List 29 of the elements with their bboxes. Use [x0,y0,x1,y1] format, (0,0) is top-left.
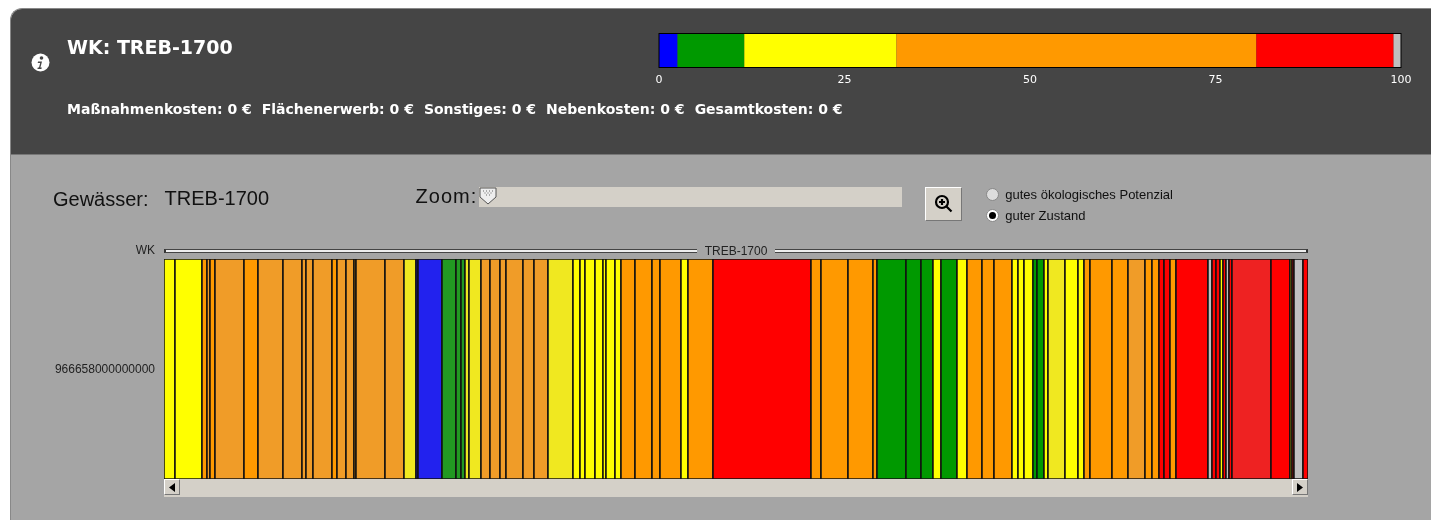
horizontal-scrollbar[interactable] [164,479,1308,497]
radio-option[interactable]: gutes ökologisches Potenzial [986,187,1173,202]
tick-label: 50 [1023,73,1037,86]
water-body-title: WK: TREB-1700 [67,36,233,58]
zoom-label: Zoom: [415,185,478,208]
zoom-in-icon [933,194,954,214]
scroll-right-button[interactable] [1292,479,1308,495]
zoom-slider[interactable] [479,187,903,207]
tick-label: 75 [1208,73,1223,86]
tick-label: 100 [1390,73,1412,86]
row-label: 966658000000000 [53,362,156,376]
cost-summary: Sonstiges: 0 € [423,101,537,117]
radio-option[interactable]: guter Zustand [986,208,1173,223]
scroll-left-button[interactable] [164,479,180,495]
water-body-value: TREB-1700 [164,187,271,210]
row-header: WK [134,243,156,259]
left-arrow-icon [169,482,175,492]
zoom-in-button[interactable] [925,187,963,221]
tick-label: 0 [655,73,663,86]
cost-summary: Nebenkosten: 0 € [546,101,685,117]
range-label: TREB-1700 [704,244,768,258]
right-arrow-icon [1297,482,1303,492]
cost-summary: Flächenerwerb: 0 € [261,101,414,117]
tick-label: 25 [837,73,852,86]
info-icon[interactable] [30,53,50,72]
cost-summary: Maßnahmenkosten: 0 € [67,101,252,117]
slider-thumb[interactable] [479,187,498,205]
water-body-label: Gewässer: [53,188,149,211]
cost-summary: Gesamtkosten: 0 € [694,101,843,117]
